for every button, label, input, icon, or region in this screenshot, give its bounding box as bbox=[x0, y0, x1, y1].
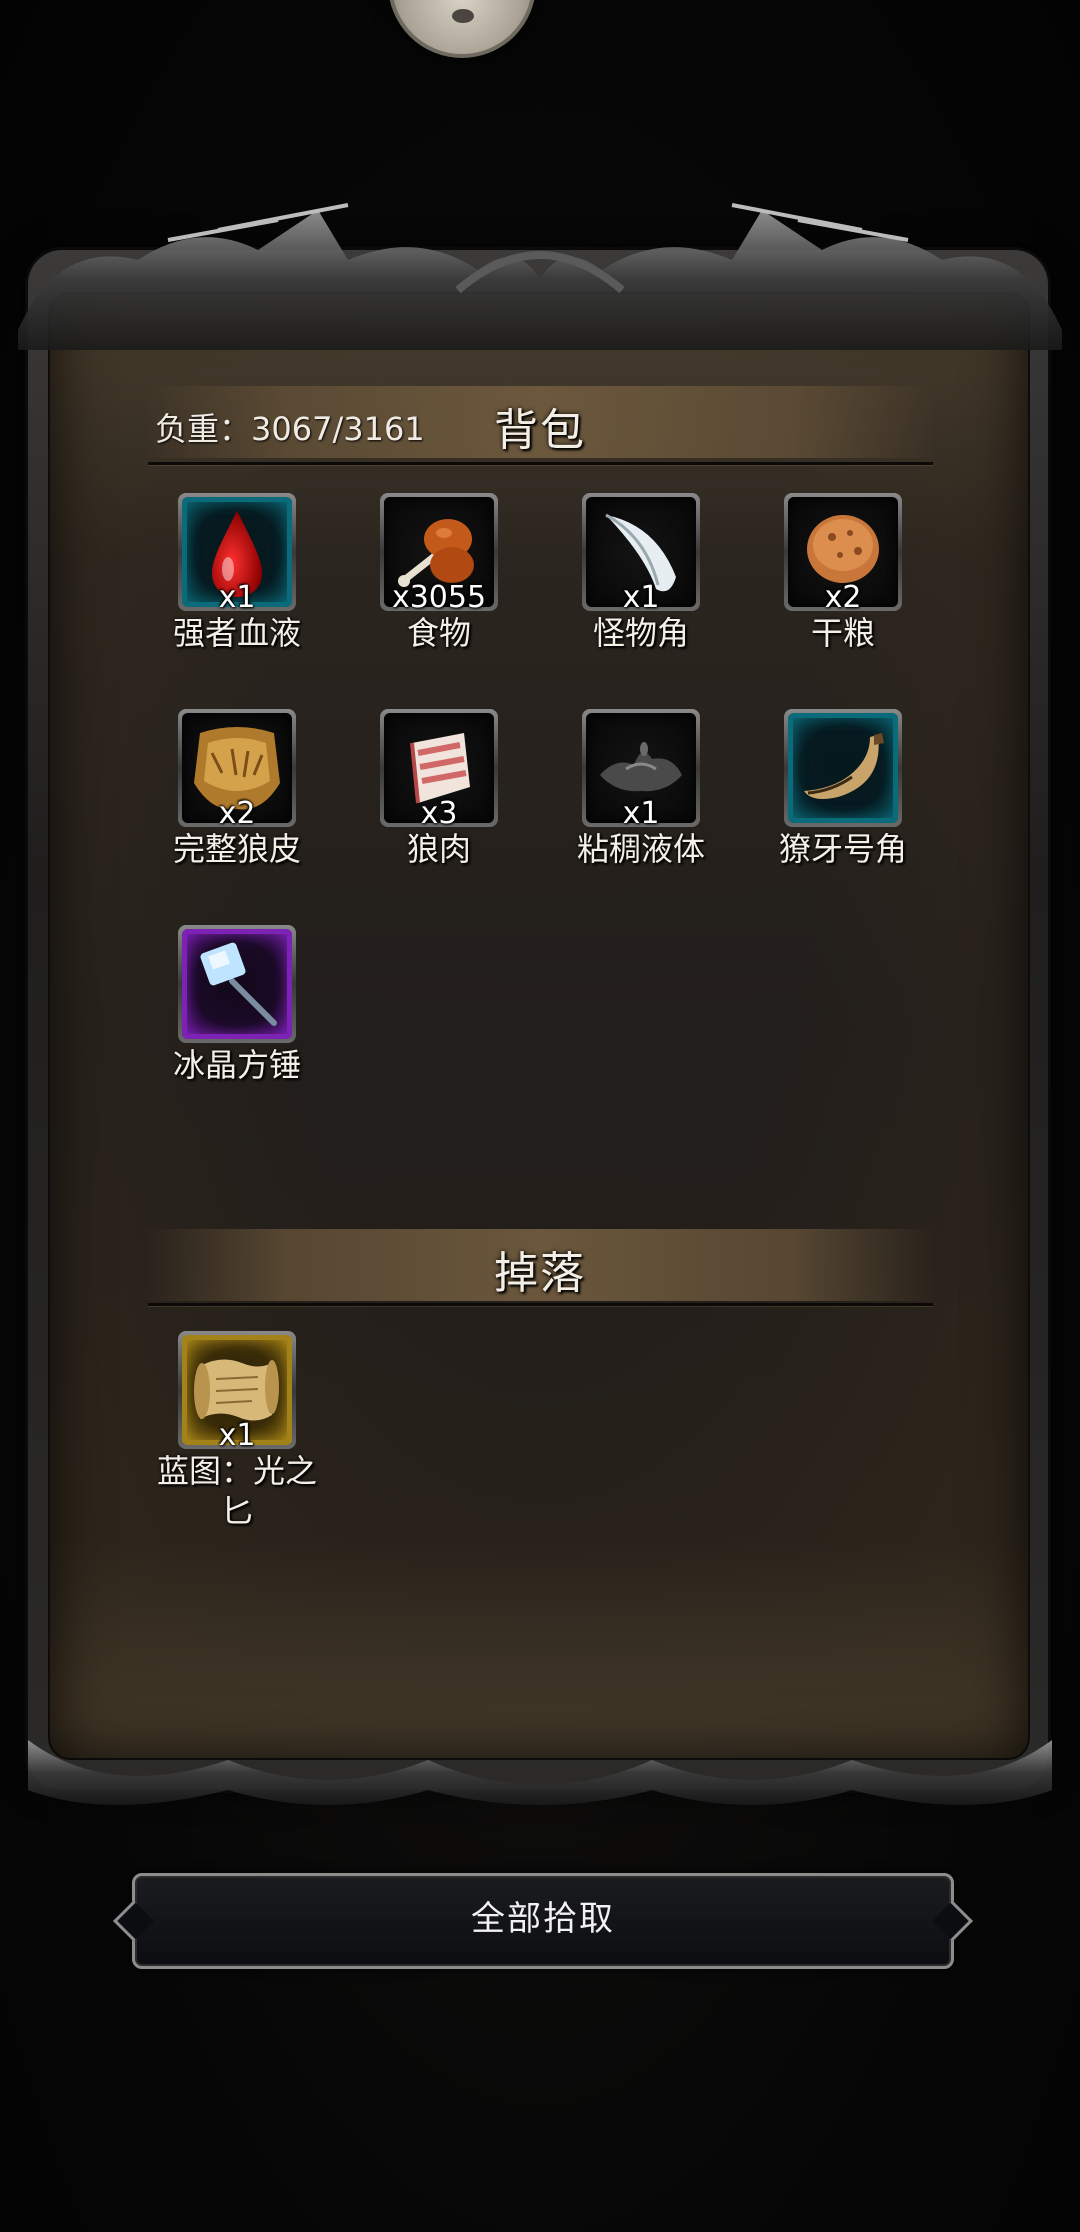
item-count: x1 bbox=[218, 580, 256, 615]
item-slot: x2 bbox=[178, 709, 296, 831]
backpack-divider bbox=[148, 462, 933, 465]
item-slot: x3 bbox=[380, 709, 498, 831]
item-name: 粘稠液体 bbox=[576, 830, 705, 868]
button-right-ornament-icon bbox=[931, 1900, 974, 1942]
backpack-item[interactable]: x1 强者血液 bbox=[147, 493, 327, 653]
item-name: 食物 bbox=[406, 614, 471, 652]
item-name: 怪物角 bbox=[592, 614, 689, 652]
item-name: 獠牙号角 bbox=[778, 830, 907, 868]
frame-top-ornament-icon bbox=[18, 203, 1062, 350]
item-slot: x1 bbox=[582, 493, 700, 615]
item-count: x3 bbox=[420, 796, 458, 831]
backpack-item[interactable]: x2 干粮 bbox=[753, 493, 933, 653]
item-name: 强者血液 bbox=[172, 614, 301, 652]
backpack-item[interactable]: 冰晶方锤 bbox=[147, 925, 327, 1085]
item-name: 完整狼皮 bbox=[172, 830, 301, 868]
weight-load-text: 负重：3067/3161 bbox=[155, 410, 425, 448]
item-name: 狼肉 bbox=[406, 830, 471, 868]
item-count: x2 bbox=[824, 580, 862, 615]
frame-bottom-ornament-icon bbox=[28, 1740, 1052, 1805]
item-count: x1 bbox=[622, 796, 660, 831]
fang-horn-icon bbox=[804, 733, 884, 799]
button-left-ornament-icon bbox=[112, 1900, 155, 1942]
item-slot: x1 bbox=[582, 709, 700, 831]
backpack-item[interactable]: x3 狼肉 bbox=[349, 709, 529, 869]
backpack-item[interactable]: x1 怪物角 bbox=[551, 493, 731, 653]
item-count: x3055 bbox=[391, 580, 487, 615]
item-count: x1 bbox=[218, 1418, 256, 1453]
ice-hammer-icon bbox=[200, 942, 277, 1026]
drops-divider bbox=[148, 1303, 933, 1306]
avatar[interactable] bbox=[388, 0, 536, 58]
item-name: 蓝图：光之匕 bbox=[156, 1452, 317, 1530]
item-slot: x1 bbox=[178, 1331, 296, 1453]
drop-item[interactable]: x1 蓝图：光之匕 bbox=[147, 1331, 327, 1531]
backpack-title: 背包 bbox=[494, 405, 586, 456]
item-slot: x3055 bbox=[380, 493, 498, 615]
collect-all-button[interactable]: 全部拾取 bbox=[112, 1873, 974, 1969]
item-slot: x1 bbox=[178, 493, 296, 615]
collect-all-label: 全部拾取 bbox=[471, 1899, 615, 1939]
item-slot bbox=[784, 709, 902, 827]
avatar-face-icon bbox=[452, 9, 474, 23]
item-count: x2 bbox=[218, 796, 256, 831]
backpack-item[interactable]: x3055 食物 bbox=[349, 493, 529, 653]
loot-screen: 负重：3067/3161 背包 x1 强者血液 x3055 食物 x1 怪物角 … bbox=[0, 0, 1080, 2232]
item-slot: x2 bbox=[784, 493, 902, 615]
item-name: 干粮 bbox=[810, 614, 875, 652]
item-slot bbox=[178, 925, 296, 1043]
backpack-item[interactable]: x1 粘稠液体 bbox=[551, 709, 731, 869]
item-name: 冰晶方锤 bbox=[172, 1046, 301, 1084]
backpack-item[interactable]: x2 完整狼皮 bbox=[147, 709, 327, 869]
backpack-item[interactable]: 獠牙号角 bbox=[753, 709, 933, 869]
drops-title: 掉落 bbox=[494, 1248, 586, 1299]
item-count: x1 bbox=[622, 580, 660, 615]
